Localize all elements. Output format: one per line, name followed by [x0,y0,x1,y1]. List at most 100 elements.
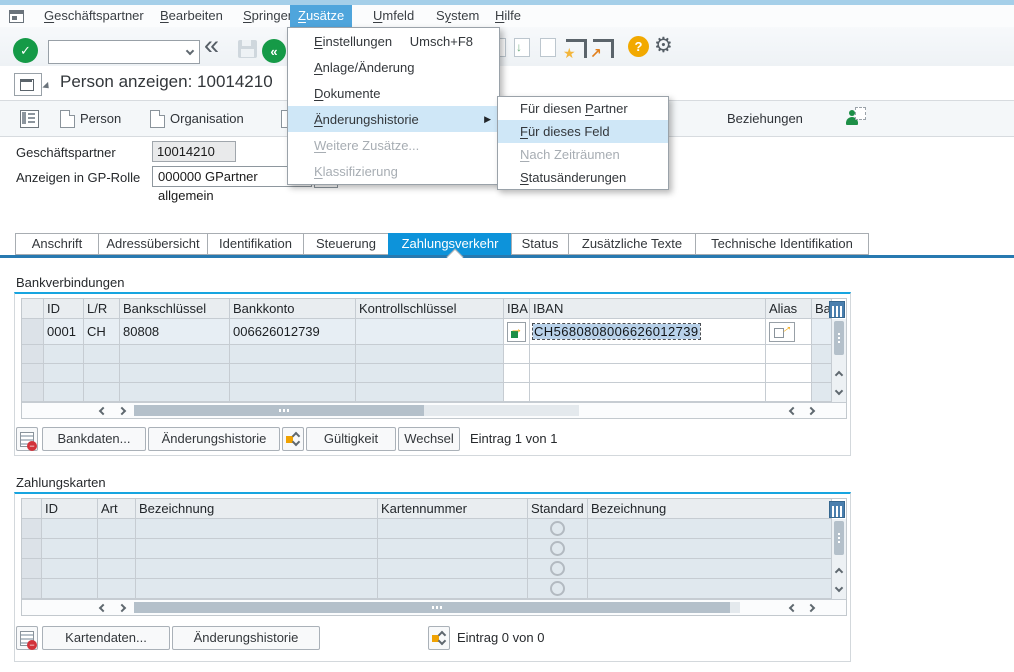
beziehungen-button[interactable]: Beziehungen [727,111,803,126]
bank-cell[interactable]: 80808 [120,319,230,345]
locator-toggle-icon[interactable] [20,110,39,128]
menu-system[interactable]: System [428,5,487,27]
bank-cell[interactable] [230,345,356,364]
person-button[interactable]: Person [80,111,121,126]
column-header-art[interactable]: Art [98,499,136,519]
column-header-bezeichnung[interactable]: Bezeichnung [136,499,378,519]
cards-cell[interactable] [378,579,528,599]
row-selector[interactable] [22,364,44,383]
cards-cell[interactable] [136,579,378,599]
bank-cell[interactable] [812,364,832,383]
menu-umfeld[interactable]: Umfeld [365,5,422,27]
chevron-down-icon[interactable] [186,47,194,55]
exit-icon[interactable]: « [262,39,286,63]
bank-cell[interactable] [356,364,504,383]
help-icon[interactable]: ? [628,36,649,57]
sort-icon[interactable] [428,626,450,650]
column-header-id[interactable]: ID [44,299,84,319]
cards-cell[interactable] [98,579,136,599]
row-selector[interactable] [22,383,44,402]
standard-radio[interactable] [550,561,565,576]
horizontal-scrollbar[interactable] [22,402,846,418]
cards-cell[interactable] [528,519,588,539]
scroll-down-icon[interactable] [836,579,842,594]
kartendaten-button[interactable]: Kartendaten... [42,626,170,650]
hscroll-track[interactable] [134,405,579,416]
bank-cell[interactable] [766,345,812,364]
bank-cell[interactable] [84,345,120,364]
bank-cell[interactable] [356,345,504,364]
column-header-selector[interactable] [22,299,44,319]
scroll-right-icon[interactable] [804,406,818,416]
back-icon[interactable]: « [204,30,218,61]
cards-cell[interactable] [528,559,588,579]
bankdaten-button[interactable]: Bankdaten... [42,427,146,451]
organisation-doc-icon[interactable] [150,110,165,128]
bank-cell[interactable] [120,345,230,364]
bank-cell[interactable] [356,319,504,345]
bank-cell[interactable] [530,383,766,402]
bank-cell[interactable] [230,383,356,402]
scroll-left-icon[interactable] [786,406,800,416]
bank-cell[interactable] [120,383,230,402]
bank-cell[interactable] [530,345,766,364]
standard-radio[interactable] [550,521,565,536]
table-settings-icon[interactable] [829,301,845,318]
cards-cell[interactable] [136,519,378,539]
cards-cell[interactable] [378,559,528,579]
column-header-iban[interactable]: IBAN [504,299,530,319]
history-submenu-item-f-r-diesen-partner[interactable]: Für diesen Partner [498,97,668,120]
vscroll-thumb[interactable] [834,321,844,355]
person-doc-icon[interactable] [60,110,75,128]
menu-zus-tze[interactable]: Zusätze [290,5,352,27]
column-header-bankschl-ssel[interactable]: Bankschlüssel [120,299,230,319]
cards-cell[interactable] [42,579,98,599]
scroll-up-icon[interactable] [836,366,842,381]
cards-cell[interactable] [98,519,136,539]
tab-steuerung[interactable]: Steuerung [303,233,389,255]
bank-cell-iban[interactable]: CH5680808006626012739 [530,319,766,345]
cards-cell[interactable] [588,559,832,579]
delete-row-icon[interactable] [16,427,38,451]
iban-transfer-icon[interactable] [507,322,526,342]
alias-icon[interactable] [769,322,795,342]
cards-cell[interactable] [136,539,378,559]
column-header-id[interactable]: ID [42,499,98,519]
standard-radio[interactable] [550,541,565,556]
column-header-bezeichnung[interactable]: Bezeichnung [588,499,832,519]
menu-hilfe[interactable]: Hilfe [487,5,529,27]
extras-menu-item-nderungshistorie[interactable]: Änderungshistorie▶ [288,106,499,132]
cards-cell[interactable] [98,539,136,559]
cards-aenderungshistorie-button[interactable]: Änderungshistorie [172,626,320,650]
window-menu-icon[interactable] [9,10,24,23]
extras-menu-item-weitere-zus-tze[interactable]: Weitere Zusätze... [288,132,499,158]
menu-gesch-ftspartner[interactable]: Geschäftspartner [36,5,152,27]
scroll-down-icon[interactable] [836,382,842,397]
bank-cell[interactable] [766,364,812,383]
table-settings-icon[interactable] [829,501,845,518]
tab-zus-tzliche-texte[interactable]: Zusätzliche Texte [568,233,696,255]
cards-cell[interactable] [528,579,588,599]
extras-menu-item-einstellungen[interactable]: EinstellungenUmsch+F8 [288,28,499,54]
standard-radio[interactable] [550,581,565,596]
cards-cell[interactable] [588,519,832,539]
column-header-kartennummer[interactable]: Kartennummer [378,499,528,519]
row-selector[interactable] [22,345,44,364]
column-header-kontrollschl-ssel[interactable]: Kontrollschlüssel [356,299,504,319]
bank-cell[interactable] [230,364,356,383]
scroll-right-icon[interactable] [804,603,818,613]
bank-cell[interactable] [812,345,832,364]
cards-cell[interactable] [42,539,98,559]
cards-cell[interactable] [136,559,378,579]
column-header-iban[interactable]: IBAN [530,299,766,319]
history-submenu-item-nach-zeitr-umen[interactable]: Nach Zeiträumen [498,143,668,166]
bank-cell[interactable]: 0001 [44,319,84,345]
scroll-left-icon[interactable] [96,603,110,613]
bank-cell[interactable] [44,345,84,364]
bank-cell[interactable] [504,364,530,383]
bank-cell[interactable] [84,383,120,402]
tab-adress-bersicht[interactable]: Adressübersicht [98,233,208,255]
tab-status[interactable]: Status [511,233,569,255]
gueltigkeit-button[interactable]: Gültigkeit [306,427,396,451]
enter-icon[interactable]: ✓ [13,38,38,63]
